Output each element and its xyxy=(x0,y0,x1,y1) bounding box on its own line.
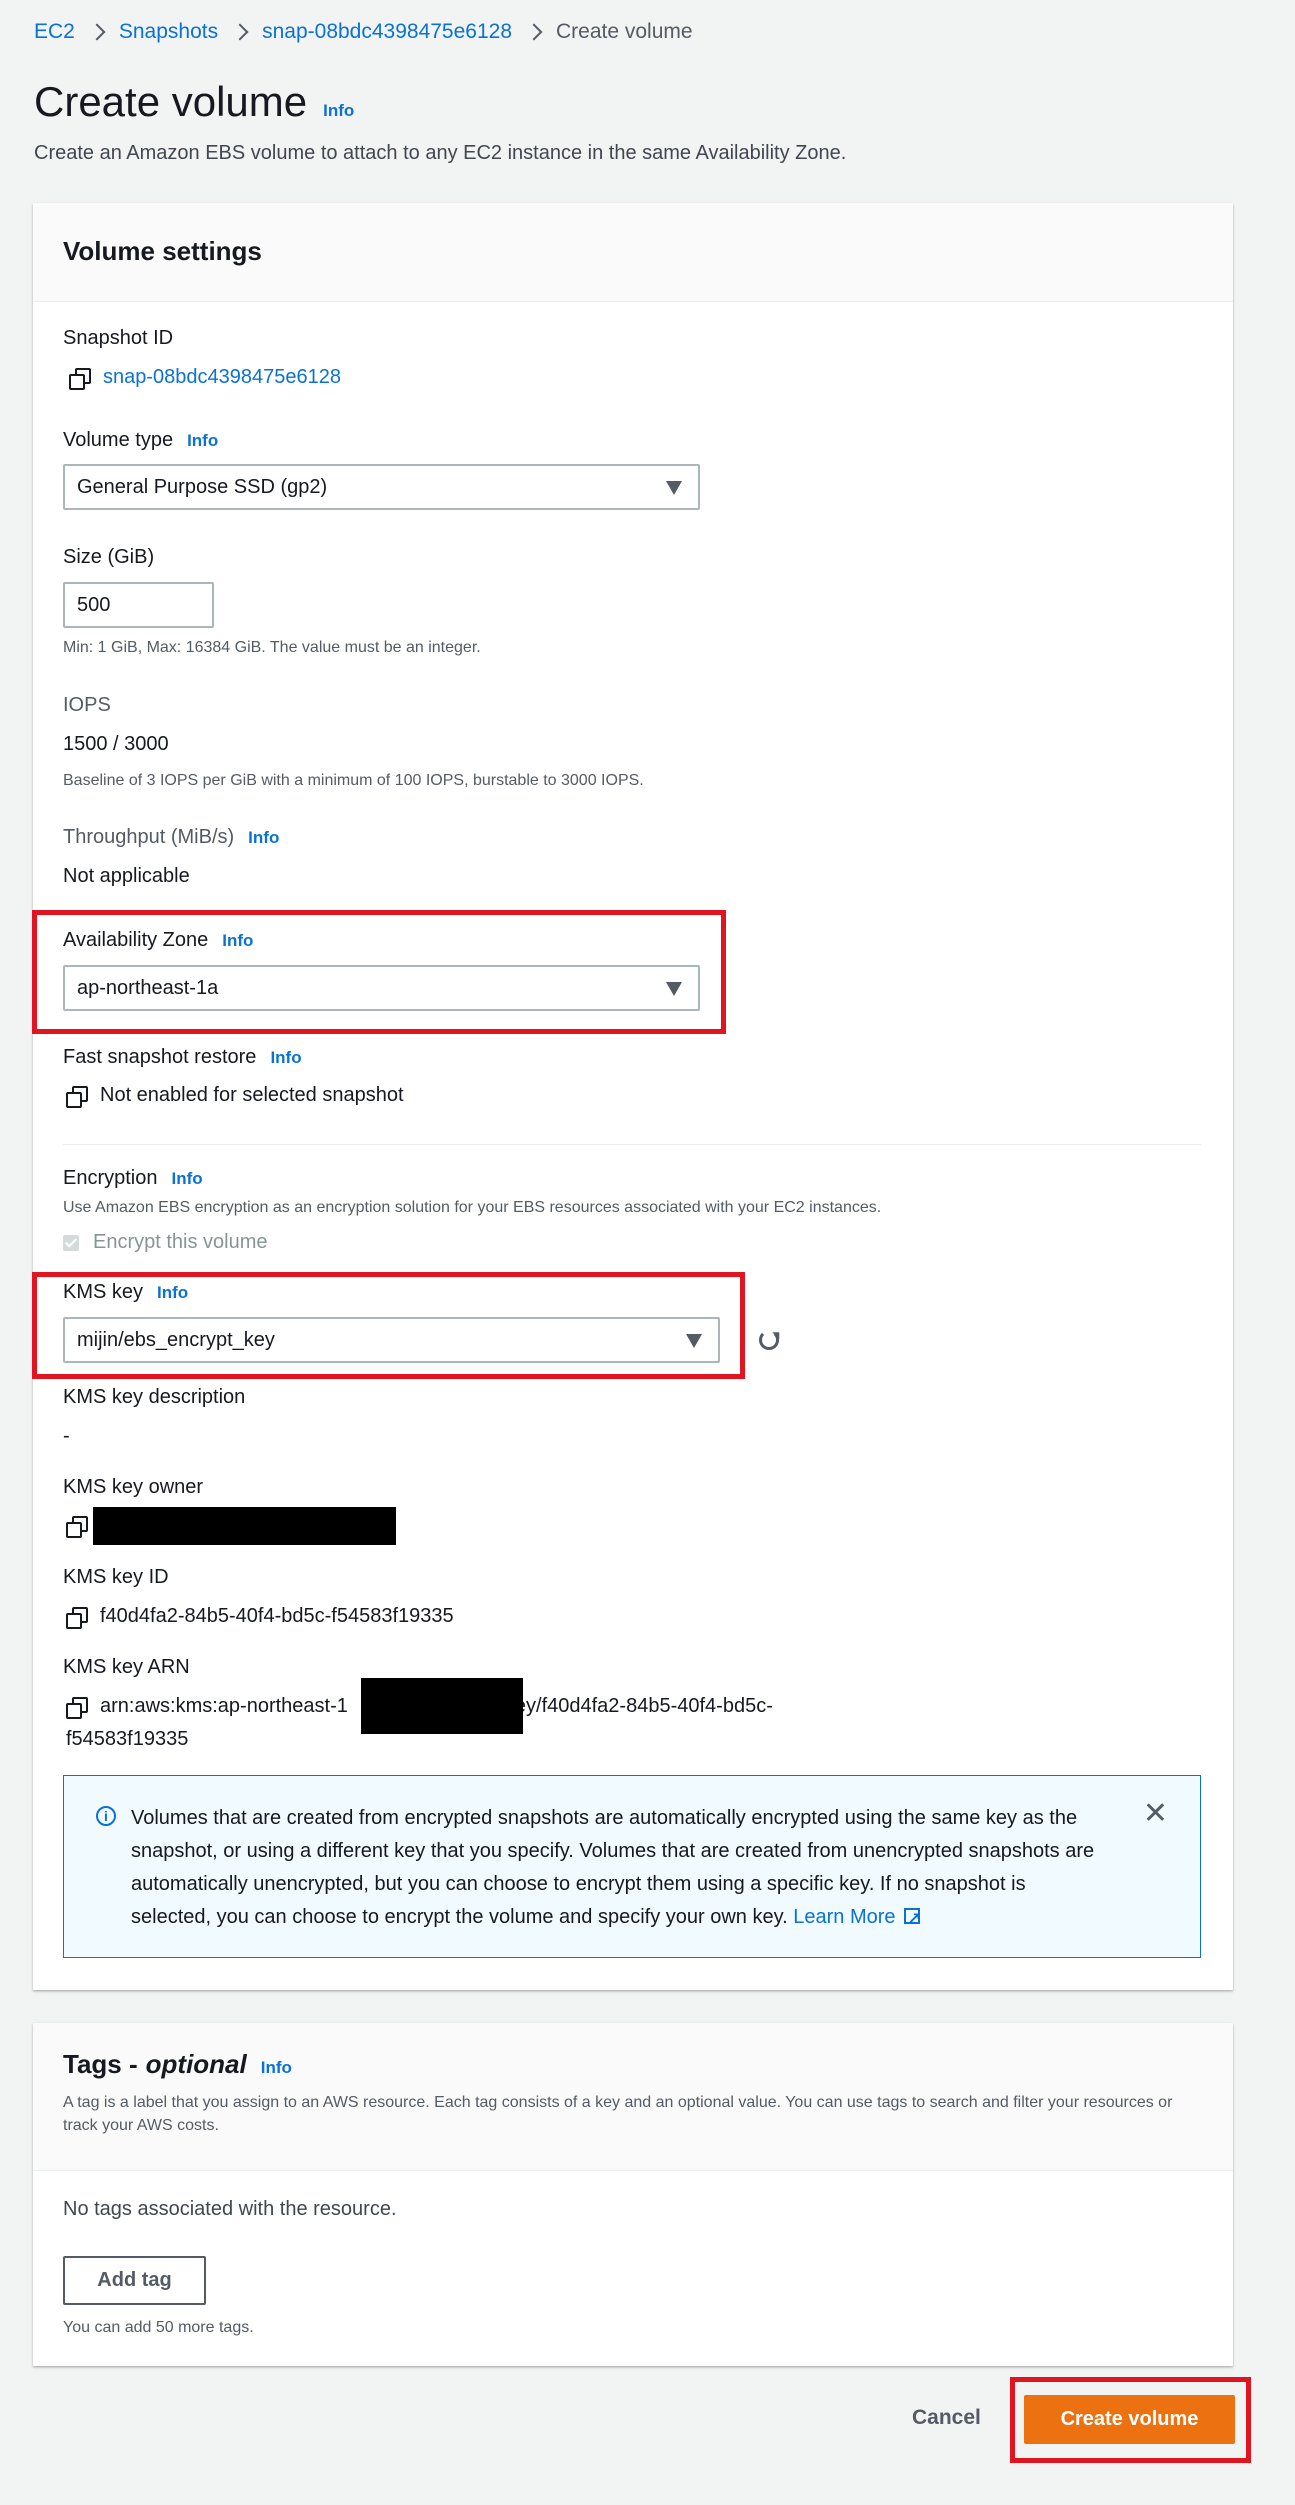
kms-arn-prefix: arn:aws:kms:ap-northeast-1 xyxy=(100,1695,348,1717)
caret-down-icon xyxy=(666,481,682,495)
size-label: Size (GiB) xyxy=(63,546,155,568)
breadcrumb-snapshots[interactable]: Snapshots xyxy=(119,20,218,44)
throughput-label-text: Throughput (MiB/s) xyxy=(63,826,235,848)
iops-label: IOPS xyxy=(63,694,111,716)
tags-info-link[interactable]: Info xyxy=(261,2058,292,2078)
chevron-right-icon xyxy=(231,23,249,41)
size-hint: Min: 1 GiB, Max: 16384 GiB. The value mu… xyxy=(63,639,481,656)
fsr-info-link[interactable]: Info xyxy=(270,1048,301,1068)
kms-id-label: KMS key ID xyxy=(63,1566,169,1588)
volume-type-select[interactable]: General Purpose SSD (gp2) xyxy=(63,464,700,510)
volume-type-info-link[interactable]: Info xyxy=(187,431,218,451)
encryption-label: Encryption Info xyxy=(63,1167,203,1190)
snapshot-id-label: Snapshot ID xyxy=(63,327,174,349)
availability-zone-select[interactable]: ap-northeast-1a xyxy=(63,965,700,1011)
page-description: Create an Amazon EBS volume to attach to… xyxy=(34,142,847,164)
page-title: Create volume Info xyxy=(34,78,354,126)
size-input[interactable]: 500 xyxy=(63,582,214,628)
kms-id-row: f40d4fa2-84b5-40f4-bd5c-f54583f19335 xyxy=(66,1605,454,1629)
create-volume-button[interactable]: Create volume xyxy=(1024,2395,1235,2444)
tags-title-text: Tags - xyxy=(63,2049,138,2079)
kms-desc-value: - xyxy=(63,1425,70,1447)
info-alert: i Volumes that are created from encrypte… xyxy=(63,1775,1201,1958)
volume-settings-title: Volume settings xyxy=(63,236,262,266)
fsr-value: Not enabled for selected snapshot xyxy=(100,1084,404,1106)
refresh-icon[interactable] xyxy=(759,1330,779,1350)
close-icon[interactable]: ✕ xyxy=(1143,1799,1168,1829)
external-link-icon xyxy=(903,1903,921,1936)
kms-arn-label: KMS key ARN xyxy=(63,1656,190,1678)
fsr-row: Not enabled for selected snapshot xyxy=(66,1084,404,1108)
chevron-right-icon xyxy=(525,23,543,41)
kms-key-value: mijin/ebs_encrypt_key xyxy=(77,1328,275,1351)
kms-key-select[interactable]: mijin/ebs_encrypt_key xyxy=(63,1317,720,1363)
encryption-description: Use Amazon EBS encryption as an encrypti… xyxy=(63,1199,882,1216)
breadcrumb-snapshot-id[interactable]: snap-08bdc4398475e6128 xyxy=(262,20,512,44)
caret-down-icon xyxy=(686,1334,702,1348)
copy-icon[interactable] xyxy=(66,1516,88,1538)
tags-panel: Tags - optional Info A tag is a label th… xyxy=(33,2023,1233,2366)
kms-key-info-link[interactable]: Info xyxy=(157,1283,188,1303)
kms-id-value: f40d4fa2-84b5-40f4-bd5c-f54583f19335 xyxy=(100,1605,454,1627)
volume-type-label-text: Volume type xyxy=(63,429,174,451)
snapshot-id-row: snap-08bdc4398475e6128 xyxy=(69,366,341,390)
alert-body: Volumes that are created from encrypted … xyxy=(131,1807,1095,1928)
cancel-button[interactable]: Cancel xyxy=(912,2406,981,2430)
tags-description: A tag is a label that you assign to an A… xyxy=(63,2094,1173,2134)
volume-settings-header: Volume settings xyxy=(33,203,1233,302)
iops-value: 1500 / 3000 xyxy=(63,733,169,755)
add-tag-button[interactable]: Add tag xyxy=(63,2256,206,2305)
kms-key-label: KMS key Info xyxy=(63,1281,188,1304)
kms-desc-label: KMS key description xyxy=(63,1386,246,1408)
kms-arn-suffix: key/f40d4fa2-84b5-40f4-bd5c- xyxy=(504,1695,773,1717)
encryption-info-link[interactable]: Info xyxy=(172,1169,203,1189)
snapshot-id-link[interactable]: snap-08bdc4398475e6128 xyxy=(103,366,341,389)
divider xyxy=(63,1144,1201,1145)
tags-header: Tags - optional Info A tag is a label th… xyxy=(33,2023,1233,2171)
encrypt-checkbox-row: Encrypt this volume xyxy=(63,1231,268,1254)
tags-empty-text: No tags associated with the resource. xyxy=(63,2198,397,2220)
tags-title-optional: optional xyxy=(145,2049,247,2079)
size-value: 500 xyxy=(77,593,111,616)
throughput-info-link[interactable]: Info xyxy=(248,828,279,848)
az-info-link[interactable]: Info xyxy=(222,931,253,951)
encryption-label-text: Encryption xyxy=(63,1167,158,1189)
kms-key-label-text: KMS key xyxy=(63,1281,144,1303)
caret-down-icon xyxy=(666,982,682,996)
volume-type-value: General Purpose SSD (gp2) xyxy=(77,475,328,498)
tags-hint: You can add 50 more tags. xyxy=(63,2319,254,2336)
az-value: ap-northeast-1a xyxy=(77,976,219,999)
copy-icon[interactable] xyxy=(66,1085,88,1108)
encrypt-checkbox[interactable] xyxy=(63,1234,79,1251)
throughput-label: Throughput (MiB/s) Info xyxy=(63,826,279,849)
copy-icon[interactable] xyxy=(66,1606,88,1629)
kms-owner-label: KMS key owner xyxy=(63,1476,204,1498)
redacted-owner xyxy=(93,1507,396,1545)
breadcrumb: EC2 Snapshots snap-08bdc4398475e6128 Cre… xyxy=(34,20,693,44)
tags-title: Tags - optional Info xyxy=(63,2049,292,2080)
az-label-text: Availability Zone xyxy=(63,929,209,951)
encrypt-checkbox-label: Encrypt this volume xyxy=(93,1231,268,1253)
throughput-value: Not applicable xyxy=(63,865,190,887)
fsr-label-text: Fast snapshot restore xyxy=(63,1046,257,1068)
copy-icon[interactable] xyxy=(66,1696,88,1719)
learn-more-text: Learn More xyxy=(793,1906,896,1928)
iops-hint: Baseline of 3 IOPS per GiB with a minimu… xyxy=(63,772,644,789)
page-info-link[interactable]: Info xyxy=(323,101,354,121)
fsr-label: Fast snapshot restore Info xyxy=(63,1046,302,1069)
breadcrumb-current: Create volume xyxy=(556,20,693,43)
copy-icon[interactable] xyxy=(69,367,91,390)
learn-more-link[interactable]: Learn More xyxy=(793,1903,921,1936)
redacted-arn xyxy=(361,1678,523,1734)
info-circle-icon: i xyxy=(96,1806,116,1826)
chevron-right-icon xyxy=(88,23,106,41)
page-title-text: Create volume xyxy=(34,78,308,125)
breadcrumb-ec2[interactable]: EC2 xyxy=(34,20,75,44)
volume-type-label: Volume type Info xyxy=(63,429,218,452)
volume-settings-panel: Volume settings Snapshot ID snap-08bdc43… xyxy=(32,203,1233,1990)
az-label: Availability Zone Info xyxy=(63,929,253,952)
alert-text: Volumes that are created from encrypted … xyxy=(131,1802,1111,1936)
kms-arn-line2: f54583f19335 xyxy=(66,1728,189,1750)
